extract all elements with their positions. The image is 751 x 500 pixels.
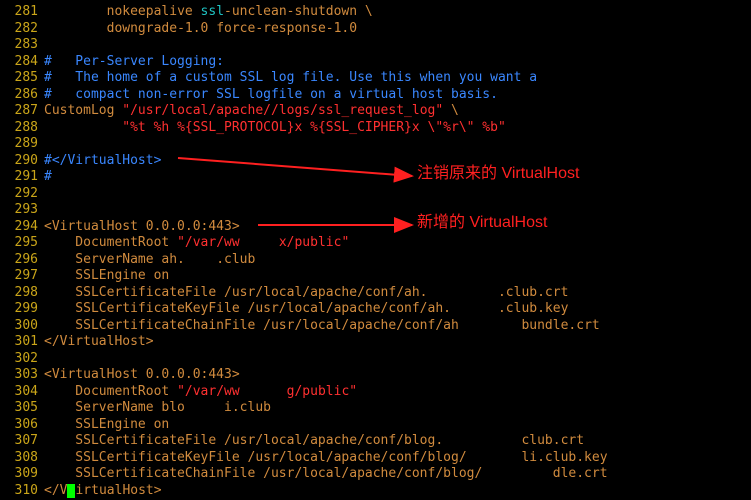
code-content: SSLEngine on bbox=[44, 417, 751, 434]
line-number: 288 bbox=[0, 120, 44, 137]
line-number: 281 bbox=[0, 4, 44, 21]
code-line[interactable]: 309 SSLCertificateChainFile /usr/local/a… bbox=[0, 466, 751, 483]
code-content: DocumentRoot "/var/wwxxxxxxg/public" bbox=[44, 384, 751, 401]
code-content: <VirtualHost 0.0.0.0:443> bbox=[44, 367, 751, 384]
code-line[interactable]: 293 bbox=[0, 202, 751, 219]
code-line[interactable]: 285# The home of a custom SSL log file. … bbox=[0, 70, 751, 87]
code-content: SSLCertificateFile /usr/local/apache/con… bbox=[44, 433, 751, 450]
line-number: 286 bbox=[0, 87, 44, 104]
line-number: 292 bbox=[0, 186, 44, 203]
code-line[interactable]: 303<VirtualHost 0.0.0.0:443> bbox=[0, 367, 751, 384]
code-line[interactable]: 282 downgrade-1.0 force-response-1.0 bbox=[0, 21, 751, 38]
line-number: 290 bbox=[0, 153, 44, 170]
line-number: 284 bbox=[0, 54, 44, 71]
code-content: SSLCertificateKeyFile /usr/local/apache/… bbox=[44, 301, 751, 318]
code-line[interactable]: 306 SSLEngine on bbox=[0, 417, 751, 434]
code-line[interactable]: 296 ServerName ah.xxxx.club bbox=[0, 252, 751, 269]
code-content: #</VirtualHost> bbox=[44, 153, 751, 170]
line-number: 289 bbox=[0, 136, 44, 153]
line-number: 309 bbox=[0, 466, 44, 483]
code-content bbox=[44, 351, 751, 368]
code-content: # bbox=[44, 169, 751, 186]
line-number: 283 bbox=[0, 37, 44, 54]
code-line[interactable]: 286# compact non-error SSL logfile on a … bbox=[0, 87, 751, 104]
code-line[interactable]: 301</VirtualHost> bbox=[0, 334, 751, 351]
line-number: 308 bbox=[0, 450, 44, 467]
line-number: 294 bbox=[0, 219, 44, 236]
code-line[interactable]: 300 SSLCertificateChainFile /usr/local/a… bbox=[0, 318, 751, 335]
code-content: ServerName ah.xxxx.club bbox=[44, 252, 751, 269]
code-line[interactable]: 284# Per-Server Logging: bbox=[0, 54, 751, 71]
line-number: 295 bbox=[0, 235, 44, 252]
code-content: # compact non-error SSL logfile on a vir… bbox=[44, 87, 751, 104]
code-content: CustomLog "/usr/local/apache//logs/ssl_r… bbox=[44, 103, 751, 120]
line-number: 291 bbox=[0, 169, 44, 186]
code-line[interactable]: 289 bbox=[0, 136, 751, 153]
code-line[interactable]: 288 "%t %h %{SSL_PROTOCOL}x %{SSL_CIPHER… bbox=[0, 120, 751, 137]
code-content: DocumentRoot "/var/wwxxxxxx/public" bbox=[44, 235, 751, 252]
line-number: 303 bbox=[0, 367, 44, 384]
code-line[interactable]: 310</VirtualHost> bbox=[0, 483, 751, 500]
line-number: 310 bbox=[0, 483, 44, 500]
code-content: SSLEngine on bbox=[44, 268, 751, 285]
line-number: 287 bbox=[0, 103, 44, 120]
code-content: SSLCertificateFile /usr/local/apache/con… bbox=[44, 285, 751, 302]
code-line[interactable]: 281 nokeepalive ssl-unclean-shutdown \ bbox=[0, 4, 751, 21]
code-content: nokeepalive ssl-unclean-shutdown \ bbox=[44, 4, 751, 21]
line-number: 304 bbox=[0, 384, 44, 401]
line-number: 301 bbox=[0, 334, 44, 351]
line-number: 306 bbox=[0, 417, 44, 434]
code-line[interactable]: 307 SSLCertificateFile /usr/local/apache… bbox=[0, 433, 751, 450]
code-line[interactable]: 298 SSLCertificateFile /usr/local/apache… bbox=[0, 285, 751, 302]
code-content: downgrade-1.0 force-response-1.0 bbox=[44, 21, 751, 38]
code-editor[interactable]: 281 nokeepalive ssl-unclean-shutdown \28… bbox=[0, 0, 751, 499]
code-content: # The home of a custom SSL log file. Use… bbox=[44, 70, 751, 87]
line-number: 300 bbox=[0, 318, 44, 335]
code-content: SSLCertificateChainFile /usr/local/apach… bbox=[44, 466, 751, 483]
code-content bbox=[44, 186, 751, 203]
line-number: 307 bbox=[0, 433, 44, 450]
code-content: SSLCertificateChainFile /usr/local/apach… bbox=[44, 318, 751, 335]
code-content: <VirtualHost 0.0.0.0:443> bbox=[44, 219, 751, 236]
line-number: 296 bbox=[0, 252, 44, 269]
line-number: 282 bbox=[0, 21, 44, 38]
line-number: 305 bbox=[0, 400, 44, 417]
code-content: ServerName bloxxxxxi.club bbox=[44, 400, 751, 417]
code-line[interactable]: 305 ServerName bloxxxxxi.club bbox=[0, 400, 751, 417]
code-line[interactable]: 292 bbox=[0, 186, 751, 203]
code-line[interactable]: 297 SSLEngine on bbox=[0, 268, 751, 285]
code-line[interactable]: 291# bbox=[0, 169, 751, 186]
code-line[interactable]: 290#</VirtualHost> bbox=[0, 153, 751, 170]
code-line[interactable]: 287CustomLog "/usr/local/apache//logs/ss… bbox=[0, 103, 751, 120]
code-line[interactable]: 304 DocumentRoot "/var/wwxxxxxxg/public" bbox=[0, 384, 751, 401]
code-line[interactable]: 308 SSLCertificateKeyFile /usr/local/apa… bbox=[0, 450, 751, 467]
code-content bbox=[44, 37, 751, 54]
code-content bbox=[44, 136, 751, 153]
line-number: 285 bbox=[0, 70, 44, 87]
code-content: </VirtualHost> bbox=[44, 483, 751, 500]
code-content: # Per-Server Logging: bbox=[44, 54, 751, 71]
code-line[interactable]: 283 bbox=[0, 37, 751, 54]
line-number: 297 bbox=[0, 268, 44, 285]
code-line[interactable]: 299 SSLCertificateKeyFile /usr/local/apa… bbox=[0, 301, 751, 318]
code-line[interactable]: 294<VirtualHost 0.0.0.0:443> bbox=[0, 219, 751, 236]
line-number: 293 bbox=[0, 202, 44, 219]
code-content: SSLCertificateKeyFile /usr/local/apache/… bbox=[44, 450, 751, 467]
line-number: 299 bbox=[0, 301, 44, 318]
code-content: </VirtualHost> bbox=[44, 334, 751, 351]
line-number: 298 bbox=[0, 285, 44, 302]
code-content: "%t %h %{SSL_PROTOCOL}x %{SSL_CIPHER}x \… bbox=[44, 120, 751, 137]
code-line[interactable]: 302 bbox=[0, 351, 751, 368]
code-line[interactable]: 295 DocumentRoot "/var/wwxxxxxx/public" bbox=[0, 235, 751, 252]
line-number: 302 bbox=[0, 351, 44, 368]
code-content bbox=[44, 202, 751, 219]
